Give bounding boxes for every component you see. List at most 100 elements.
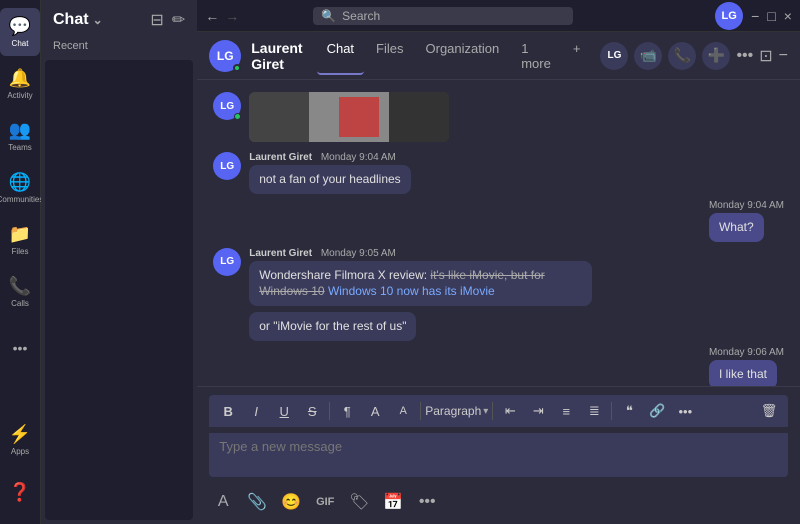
chat-dropdown-icon[interactable]: ⌄ [93,13,103,27]
para-style-btn[interactable]: ¶ [334,399,360,423]
search-bar[interactable]: 🔍 Search [313,7,573,25]
chat-icon: 💬 [9,16,31,37]
msg-content: Laurent Giret Monday 9:04 AM not a fan o… [249,152,410,194]
format-btn[interactable]: A [209,488,237,516]
maximize-btn[interactable]: □ [767,8,775,24]
chat-header: LG Laurent Giret Chat Files Organization… [197,32,800,80]
chat-title: Chat [53,11,89,29]
gif-btn[interactable]: GIF [311,488,339,516]
contact-avatar-small: LG [600,42,628,70]
toolbar-sep4 [611,402,612,420]
add-people-btn[interactable]: ➕ [702,42,730,70]
indent-dec-btn[interactable]: ⇤ [497,399,523,423]
recent-label: Recent [41,36,197,56]
minimize-chat-icon[interactable]: − [779,47,788,65]
forward-btn[interactable]: → [225,8,239,24]
emoji-btn[interactable]: 😊 [277,488,305,516]
msg-time: Monday 9:04 AM [321,152,396,163]
paragraph-dropdown-wrapper[interactable]: Paragraph ▾ [425,404,488,418]
sidebar-label-communities: Communities [0,195,43,204]
left-panel-title: Chat ⌄ [53,11,103,29]
tab-files[interactable]: Files [366,37,413,75]
video-call-btn[interactable]: 📹 [634,42,662,70]
msg-content: Monday 9:04 AM What? [709,200,784,242]
sticker-btn[interactable]: 🏷 [345,488,373,516]
msg-bubble: I like that [709,360,777,386]
sidebar-item-calls[interactable]: 📞 Calls [0,268,40,316]
popout-icon[interactable]: ⊡ [759,46,772,66]
msg-bubble: not a fan of your headlines [249,165,410,194]
user-avatar[interactable]: LG [715,2,743,30]
underline-btn[interactable]: U [271,399,297,423]
msg-suffix: Windows 10 now has its iMovie [325,284,495,298]
messages-area: LG LG Laurent Giret [197,80,800,386]
close-btn[interactable]: × [784,8,792,24]
online-dot [234,113,241,120]
apps-icon: ⚡ [9,424,31,445]
msg-sender: Laurent Giret [249,248,312,259]
compose-bottom: A 📎 😊 GIF 🏷 📅 ••• [209,488,788,516]
sidebar-item-files[interactable]: 📁 Files [0,216,40,264]
search-placeholder: Search [342,9,380,23]
sidebar-label-apps: Apps [11,447,29,456]
help-icon: ❓ [9,482,31,503]
back-btn[interactable]: ← [205,8,219,24]
toolbar-sep2 [420,402,421,420]
new-chat-icon[interactable]: ✏ [172,10,185,30]
tab-more[interactable]: 1 more [511,37,561,75]
font-size-btn[interactable]: A [390,399,416,423]
topbar-right: LG − □ × [715,2,792,30]
main-chat: ← → 🔍 Search LG − □ × LG Laurent Giret C… [197,0,800,524]
compose-input[interactable] [209,433,788,477]
msg-bubble: or "iMovie for the rest of us" [249,312,416,341]
sidebar-item-apps[interactable]: ⚡ Apps [0,416,40,464]
tab-chat[interactable]: Chat [317,37,364,75]
sidebar-item-activity[interactable]: 🔔 Activity [0,60,40,108]
link-btn[interactable]: 🔗 [644,399,670,423]
avatar: LG [213,92,241,120]
meeting-btn[interactable]: 📅 [379,488,407,516]
avatar: LG [213,248,241,276]
msg-content: Monday 9:06 AM I like that [709,347,784,386]
call-btn[interactable]: 📞 [668,42,696,70]
bullet-list-btn[interactable]: ≡ [553,399,579,423]
table-row: LG Laurent Giret Monday 9:04 AM not a fa… [213,152,784,194]
files-icon: 📁 [9,224,31,245]
filter-icon[interactable]: ⊟ [150,10,163,30]
compose-toolbar: B I U S ¶ A A Paragraph ▾ ⇤ ⇥ ≡ ≣ ❝ 🔗 ••… [209,395,788,427]
strikethrough-btn[interactable]: S [299,399,325,423]
msg-meta-right: Monday 9:04 AM [709,200,784,211]
calls-icon: 📞 [9,276,31,297]
sidebar-item-help[interactable]: ❓ [0,468,40,516]
more-format-btn[interactable]: ••• [672,399,698,423]
table-row: LG [213,92,784,146]
sidebar-label-calls: Calls [11,299,29,308]
bold-btn[interactable]: B [215,399,241,423]
sidebar-item-communities[interactable]: 🌐 Communities [0,164,40,212]
font-color-btn[interactable]: A [362,399,388,423]
sidebar-label-activity: Activity [7,91,32,100]
sidebar-narrow: 💬 Chat 🔔 Activity 👥 Teams 🌐 Communities … [0,0,41,524]
italic-btn[interactable]: I [243,399,269,423]
sidebar-item-teams[interactable]: 👥 Teams [0,112,40,160]
compose-area: B I U S ¶ A A Paragraph ▾ ⇤ ⇥ ≡ ≣ ❝ 🔗 ••… [197,386,800,524]
add-tab-btn[interactable]: + [563,37,591,75]
msg-meta: Laurent Giret Monday 9:04 AM [249,152,410,163]
more-icon: ••• [13,340,28,356]
more-actions-icon[interactable]: ••• [736,47,753,65]
msg-content: or "iMovie for the rest of us" [249,312,416,341]
minimize-btn[interactable]: − [751,8,759,24]
more-compose-btn[interactable]: ••• [413,488,441,516]
activity-icon: 🔔 [9,68,31,89]
attach-btn[interactable]: 📎 [243,488,271,516]
num-list-btn[interactable]: ≣ [581,399,607,423]
left-panel: Chat ⌄ ⊟ ✏ Recent [41,0,197,524]
quote-btn[interactable]: ❝ [616,399,642,423]
indent-inc-btn[interactable]: ⇥ [525,399,551,423]
delete-btn[interactable]: 🗑 [756,399,782,423]
sidebar-item-chat[interactable]: 💬 Chat [0,8,40,56]
tab-organization[interactable]: Organization [416,37,510,75]
sidebar-more[interactable]: ••• [0,324,40,372]
msg-meta: Laurent Giret Monday 9:05 AM [249,248,591,259]
left-panel-header: Chat ⌄ ⊟ ✏ [41,0,197,36]
